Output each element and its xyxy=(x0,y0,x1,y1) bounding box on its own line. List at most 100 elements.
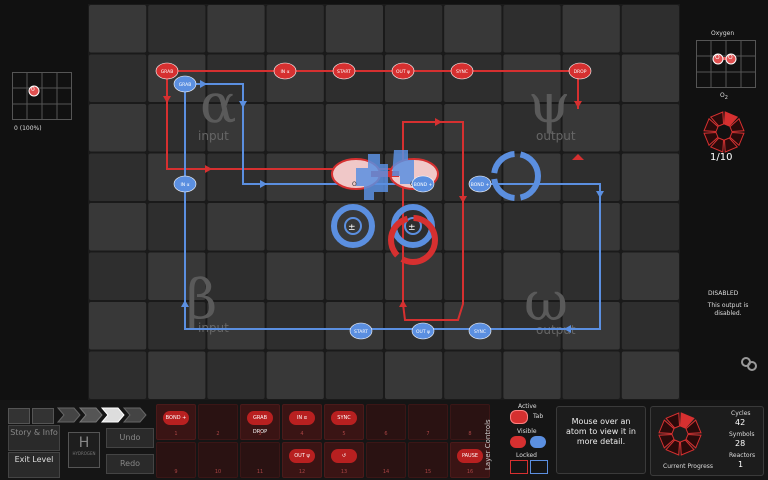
instruction-icon[interactable]: BOND + xyxy=(163,411,189,425)
board-cell[interactable] xyxy=(148,104,206,152)
board-cell[interactable] xyxy=(562,54,620,103)
board-cell[interactable] xyxy=(562,203,620,251)
board-cell[interactable] xyxy=(621,54,679,103)
board-cell[interactable] xyxy=(266,153,324,202)
board-cell[interactable] xyxy=(325,5,383,53)
undo-button[interactable]: Undo xyxy=(106,428,154,448)
instruction-icon[interactable]: GRAB DROP xyxy=(247,411,273,435)
board-cell[interactable] xyxy=(444,351,502,400)
board-cell[interactable] xyxy=(266,5,324,53)
board-cell[interactable] xyxy=(621,351,679,400)
reactor-board[interactable]: α input ψ output β input ω output ± ± O … xyxy=(88,4,680,400)
instruction-slot[interactable]: SYNC 5 xyxy=(324,404,364,440)
instruction-slot[interactable]: 2 xyxy=(198,404,238,440)
board-cell[interactable] xyxy=(562,5,620,53)
instruction-slot[interactable]: ↺ 13 xyxy=(324,442,364,478)
board-cell[interactable] xyxy=(325,252,383,301)
board-cell[interactable] xyxy=(562,104,620,152)
board-cell[interactable] xyxy=(562,153,620,202)
board-cell[interactable] xyxy=(621,5,679,53)
layer-visible-blue[interactable] xyxy=(530,436,546,448)
board-cell[interactable] xyxy=(385,351,443,400)
board-cell[interactable] xyxy=(89,5,147,53)
board-cell[interactable] xyxy=(266,54,324,103)
board-cell[interactable] xyxy=(444,153,502,202)
pause-button[interactable] xyxy=(32,408,54,424)
board-cell[interactable] xyxy=(503,203,561,251)
layer-visible-red[interactable] xyxy=(510,436,526,448)
board-cell[interactable] xyxy=(503,5,561,53)
board-cell[interactable] xyxy=(444,203,502,251)
board-cell[interactable] xyxy=(444,5,502,53)
board-cell[interactable] xyxy=(89,302,147,350)
board-cell[interactable] xyxy=(266,351,324,400)
instruction-slot[interactable]: 14 xyxy=(366,442,406,478)
board-cell[interactable] xyxy=(325,54,383,103)
board-cell[interactable] xyxy=(148,351,206,400)
fastest-icon[interactable] xyxy=(122,407,147,423)
board-cell[interactable] xyxy=(89,153,147,202)
board-cell[interactable] xyxy=(207,351,265,400)
board-cell[interactable] xyxy=(621,252,679,301)
redo-button[interactable]: Redo xyxy=(106,454,154,474)
instruction-icon[interactable]: PAUSE xyxy=(457,449,483,463)
speed-chevrons[interactable] xyxy=(56,407,156,423)
link-icon[interactable] xyxy=(740,356,758,372)
instruction-slot[interactable]: 15 xyxy=(408,442,448,478)
board-cell[interactable] xyxy=(621,104,679,152)
board-cell[interactable] xyxy=(385,54,443,103)
board-cell[interactable] xyxy=(148,54,206,103)
instruction-slot[interactable]: 6 xyxy=(366,404,406,440)
step-icon[interactable] xyxy=(56,407,81,423)
play-icon[interactable] xyxy=(78,407,103,423)
instruction-slot[interactable]: GRAB DROP 3 xyxy=(240,404,280,440)
board-cell[interactable] xyxy=(444,252,502,301)
instruction-slot[interactable]: OUT ψ 12 xyxy=(282,442,322,478)
board-cell[interactable] xyxy=(562,351,620,400)
board-cell[interactable] xyxy=(207,153,265,202)
instruction-slot[interactable]: 9 xyxy=(156,442,196,478)
board-cell[interactable] xyxy=(148,5,206,53)
board-cell[interactable] xyxy=(207,203,265,251)
exit-level-button[interactable]: Exit Level xyxy=(8,452,60,478)
board-cell[interactable] xyxy=(444,54,502,103)
board-cell[interactable] xyxy=(207,5,265,53)
board-cell[interactable] xyxy=(89,104,147,152)
stop-button[interactable] xyxy=(8,408,30,424)
board-cell[interactable] xyxy=(266,302,324,350)
board-cell[interactable] xyxy=(444,104,502,152)
board-cell[interactable] xyxy=(89,252,147,301)
instruction-slot[interactable]: BOND + 1 xyxy=(156,404,196,440)
layer-active-red[interactable] xyxy=(510,410,528,424)
instruction-slot[interactable]: 10 xyxy=(198,442,238,478)
board-cell[interactable] xyxy=(621,153,679,202)
instruction-slot[interactable]: IN α 4 xyxy=(282,404,322,440)
board-cell[interactable] xyxy=(89,54,147,103)
board-cell[interactable] xyxy=(266,104,324,152)
board-cell[interactable] xyxy=(385,104,443,152)
board-cell[interactable] xyxy=(503,351,561,400)
board-cell[interactable] xyxy=(325,351,383,400)
board-cell[interactable] xyxy=(325,104,383,152)
board-cell[interactable] xyxy=(621,302,679,350)
story-info-button[interactable]: Story & Info xyxy=(8,425,60,451)
layer-locked-red[interactable] xyxy=(510,460,528,474)
board-cell[interactable] xyxy=(89,351,147,400)
instruction-icon[interactable]: ↺ xyxy=(331,449,357,463)
instruction-icon[interactable]: OUT ψ xyxy=(289,449,315,463)
board-cell[interactable] xyxy=(385,5,443,53)
board-cell[interactable] xyxy=(148,153,206,202)
board-cell[interactable] xyxy=(266,252,324,301)
board-cell[interactable] xyxy=(148,203,206,251)
instruction-slot[interactable]: 11 xyxy=(240,442,280,478)
instruction-slot[interactable]: 7 xyxy=(408,404,448,440)
reactor-grid[interactable]: α input ψ output β input ω output ± ± O … xyxy=(88,4,680,400)
hydrogen-tile[interactable]: H HYDROGEN xyxy=(68,432,100,468)
board-cell[interactable] xyxy=(266,203,324,251)
board-cell[interactable] xyxy=(385,302,443,350)
fast-forward-icon[interactable] xyxy=(100,407,125,423)
board-cell[interactable] xyxy=(562,252,620,301)
layer-locked-blue[interactable] xyxy=(530,460,548,474)
instruction-icon[interactable]: IN α xyxy=(289,411,315,425)
board-cell[interactable] xyxy=(89,203,147,251)
